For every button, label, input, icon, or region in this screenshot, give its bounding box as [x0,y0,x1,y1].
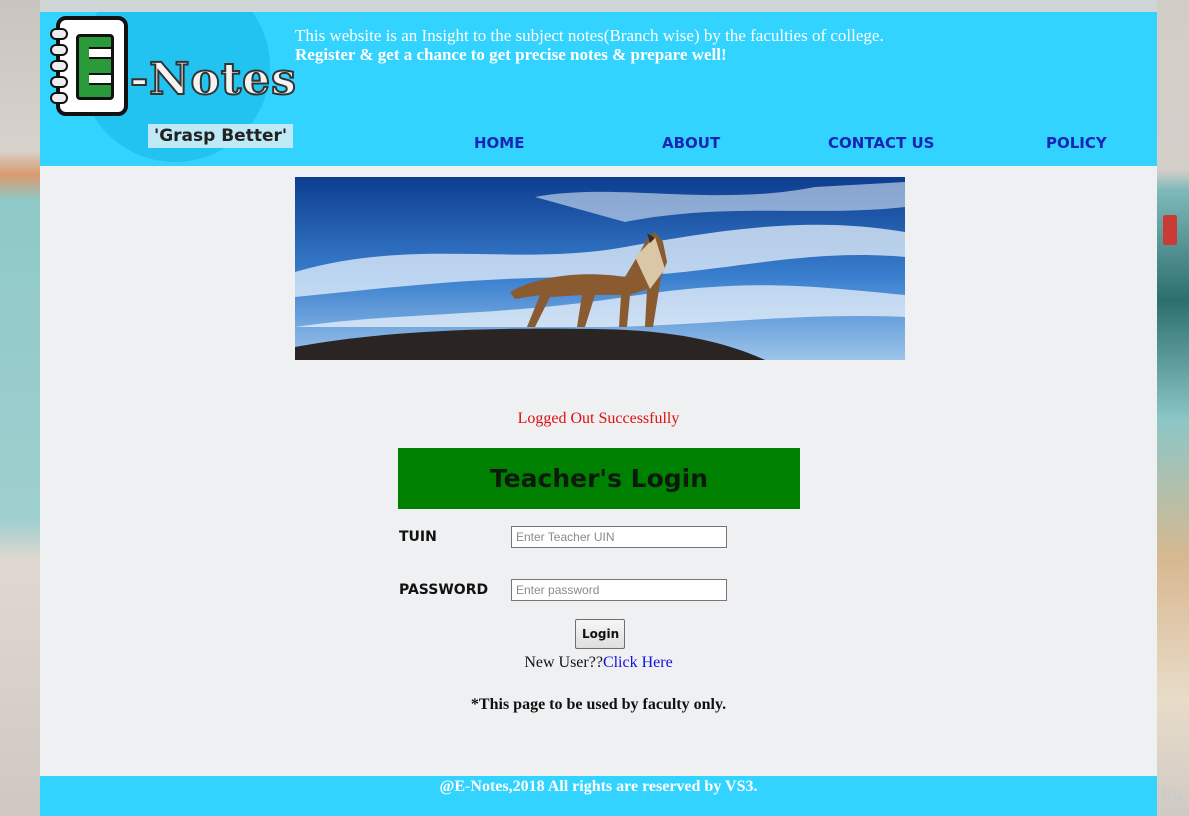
nav-about[interactable]: ABOUT [662,134,720,152]
background-left [0,0,40,816]
logout-message: Logged Out Successfully [517,410,680,427]
logo-text: -Notes [129,53,297,106]
spiral-2 [50,44,68,56]
intro-line-1: This website is an Insight to the subjec… [295,26,884,45]
wolf-banner-illustration [295,177,905,360]
nav-home[interactable]: HOME [474,134,524,152]
intro-line-2: Register & get a chance to get precise n… [295,45,727,64]
tuin-label: TUIN [399,529,437,545]
spiral-4 [50,76,68,88]
tuin-input[interactable] [511,526,727,548]
nav-contact-us[interactable]: CONTACT US [828,134,934,152]
page: -Notes 'Grasp Better' This website is an… [40,12,1157,816]
notebook-logo-icon [50,16,128,116]
nav-policy[interactable]: POLICY [1046,134,1107,152]
logo-letter-e [76,34,114,100]
login-title: Teacher's Login [489,464,709,493]
background-right [1157,0,1189,816]
copyright-text: @E-Notes,2018 All rights are reserved by… [439,778,758,795]
site-header: -Notes 'Grasp Better' This website is an… [40,12,1157,166]
new-user-text: New User?? [524,654,603,671]
site-intro: This website is an Insight to the subjec… [295,26,884,64]
site-footer: @E-Notes,2018 All rights are reserved by… [40,776,1157,816]
main-nav: HOME ABOUT CONTACT US POLICY [40,130,1157,158]
faculty-note: *This page to be used by faculty only. [470,696,727,713]
password-input[interactable] [511,579,727,601]
spiral-1 [50,28,68,40]
register-link[interactable]: Click Here [603,654,673,671]
login-button[interactable]: Login [575,619,625,649]
spiral-3 [50,60,68,72]
spiral-5 [50,92,68,104]
login-header: Teacher's Login [398,448,800,509]
new-user-prompt: New User??Click Here [40,654,1157,672]
banner-image [295,177,905,360]
password-label: PASSWORD [399,582,489,598]
background-red-shape [1163,215,1177,245]
